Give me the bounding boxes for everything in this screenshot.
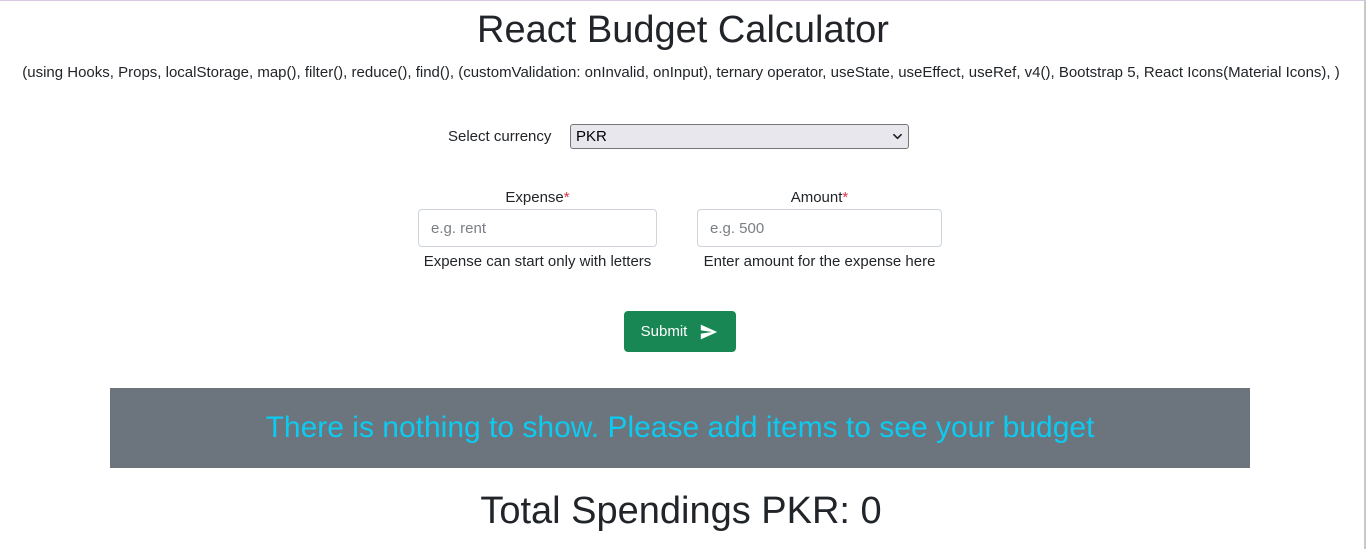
submit-button[interactable]: Submit <box>624 311 736 352</box>
page: React Budget Calculator (using Hooks, Pr… <box>0 0 1366 549</box>
amount-label: Amount* <box>697 188 942 208</box>
amount-field-group: Amount* Enter amount for the expense her… <box>697 188 942 271</box>
expense-field-group: Expense* Expense can start only with let… <box>418 188 657 271</box>
total-spendings: Total Spendings PKR: 0 <box>480 490 882 532</box>
empty-state-message: There is nothing to show. Please add ite… <box>265 411 1095 444</box>
send-icon <box>701 324 718 339</box>
amount-input[interactable] <box>697 209 942 247</box>
currency-select[interactable]: PKR <box>570 123 909 149</box>
chevron-down-icon <box>893 133 902 139</box>
expense-input[interactable] <box>418 209 657 247</box>
amount-label-text: Amount <box>790 189 843 206</box>
currency-label: Select currency <box>448 127 552 145</box>
currency-row: Select currency PKR <box>448 122 909 150</box>
page-title: React Budget Calculator <box>477 9 889 51</box>
page-subtitle: (using Hooks, Props, localStorage, map()… <box>22 64 1340 81</box>
submit-label: Submit <box>640 323 688 340</box>
currency-selected-value: PKR <box>576 127 607 145</box>
required-mark: * <box>563 189 570 206</box>
required-mark: * <box>842 189 849 206</box>
expense-label-text: Expense <box>505 189 564 206</box>
empty-state-banner: There is nothing to show. Please add ite… <box>110 388 1250 468</box>
expense-help-text: Expense can start only with letters <box>423 253 652 270</box>
expense-label: Expense* <box>418 188 657 208</box>
amount-help-text: Enter amount for the expense here <box>703 253 936 270</box>
